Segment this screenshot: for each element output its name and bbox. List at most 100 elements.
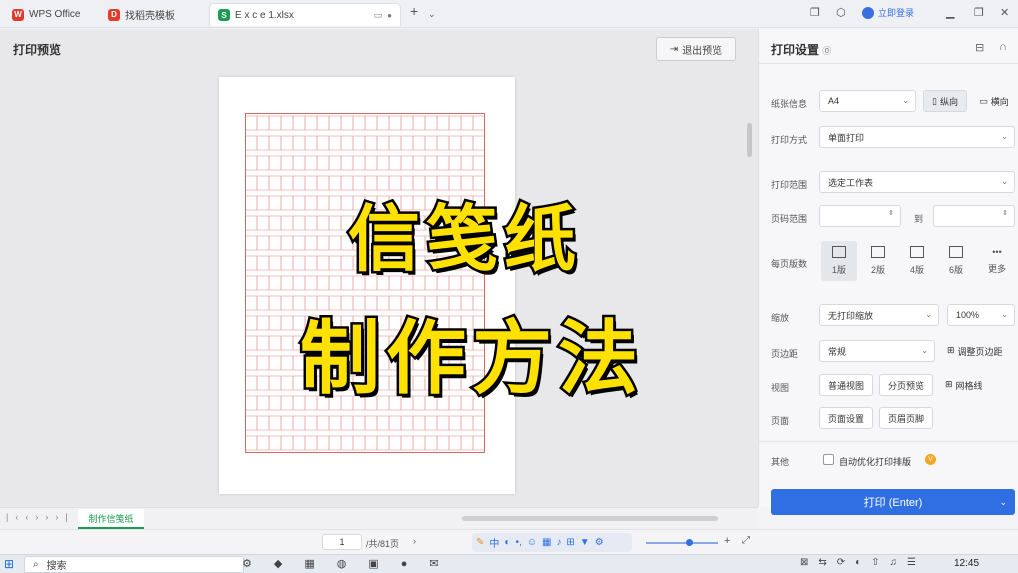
grid-cell <box>256 155 270 171</box>
panel-layout-icon[interactable]: ⊟ <box>975 41 984 54</box>
adjust-margin-button[interactable]: ⊞ 调整页边距 <box>947 345 1003 358</box>
scale-select[interactable]: 无打印缩放 ⌄ <box>819 304 939 326</box>
tab-template[interactable]: D 找稻壳模板 <box>100 3 200 26</box>
grid-cell <box>245 335 258 351</box>
close-icon[interactable]: ✕ <box>1000 6 1009 19</box>
grid-cell <box>448 355 462 371</box>
page-break-view-button[interactable]: 分页预览 <box>879 374 933 396</box>
sheet-nav-arrows[interactable]: |‹‹›››| <box>6 512 75 522</box>
sheet-tab[interactable]: 制作信笺纸 <box>78 509 144 529</box>
grid-cell <box>340 195 354 211</box>
paper-select[interactable]: A4 ⌄ <box>819 90 916 112</box>
grid-cell <box>256 175 270 191</box>
grid-cell <box>304 355 318 371</box>
next-page-icon[interactable]: › <box>413 536 416 546</box>
login-link[interactable]: 立即登录 <box>862 6 914 19</box>
pages-per-sheet-more[interactable]: ••• 更多 <box>979 241 1015 281</box>
new-tab-plus-icon[interactable]: + <box>410 3 418 19</box>
grid-cell <box>340 335 354 351</box>
page-range-to: 到 <box>914 214 924 224</box>
preview-title: 打印预览 <box>13 43 62 57</box>
grid-cell <box>364 315 378 331</box>
grid-cell <box>316 135 330 151</box>
pages-per-sheet-2[interactable]: 2版 <box>860 241 896 281</box>
page-from-input[interactable]: ⇕ <box>819 205 901 227</box>
exit-preview-button[interactable]: ⇥ 退出预览 <box>656 37 736 61</box>
grid-cell <box>268 235 282 251</box>
grid-cell <box>424 115 438 131</box>
ime-toolbar[interactable]: ✎ 中 ◐ •, ☺ ▦ ♪ ⊞ ▼ ⚙ <box>472 533 632 552</box>
vertical-scrollbar[interactable] <box>747 123 752 157</box>
normal-view-button[interactable]: 普通视图 <box>819 374 873 396</box>
grid-cell <box>448 415 462 431</box>
grid-cell <box>448 195 462 211</box>
gridlines-toggle[interactable]: ⊞ 网格线 <box>945 379 983 392</box>
login-label: 立即登录 <box>878 8 915 18</box>
horizontal-scrollbar[interactable] <box>462 516 718 521</box>
tab-wps-office[interactable]: W WPS Office <box>4 3 92 26</box>
grid-cell <box>388 375 402 391</box>
margin-value: 常规 <box>828 346 847 357</box>
grid-cell <box>436 235 450 251</box>
grid-cell <box>376 255 390 271</box>
pages-per-sheet-6[interactable]: 6版 <box>938 241 974 281</box>
tab-label: WPS Office <box>29 9 81 20</box>
minimize-icon[interactable]: ▁ <box>946 6 954 19</box>
margin-select[interactable]: 常规 ⌄ <box>819 340 935 362</box>
landscape-button[interactable]: ▭ 横向 <box>973 90 1015 112</box>
grid-cell <box>412 155 426 171</box>
pages-per-sheet-4[interactable]: 4版 <box>899 241 935 281</box>
grid-cell <box>316 295 330 311</box>
taskbar-apps[interactable]: ⚙◆▦◍▣●✉ <box>242 557 461 570</box>
grid-cell <box>436 195 450 211</box>
grid-cell <box>328 195 342 211</box>
grid-cell <box>256 315 270 331</box>
page-setup-button[interactable]: 页面设置 <box>819 407 873 429</box>
tab-excel-file[interactable]: S E x c e 1.xlsx ▭ ● <box>209 3 401 26</box>
auto-optimize-checkbox[interactable] <box>823 454 834 465</box>
restore-icon[interactable]: ❐ <box>974 6 984 19</box>
grid-cell <box>352 415 366 431</box>
zoom-slider[interactable] <box>646 542 718 544</box>
window-icon[interactable]: ❐ <box>810 6 820 19</box>
zoom-in-icon[interactable]: + <box>724 535 730 547</box>
grid-cell <box>304 135 318 151</box>
fit-page-icon[interactable]: ⤢ <box>742 535 750 546</box>
headset-icon[interactable]: ∩ <box>999 41 1007 53</box>
grid-cell <box>304 235 318 251</box>
grid-cell <box>472 155 485 171</box>
tab-list-chevron-icon[interactable]: ⌄ <box>428 9 436 20</box>
grid-cell <box>472 395 485 411</box>
zoom-slider-thumb[interactable] <box>686 539 693 546</box>
chevron-down-icon: ⌄ <box>1001 177 1008 186</box>
sheet-tab-label: 制作信笺纸 <box>88 513 134 524</box>
system-tray-icons[interactable]: ⊠⇆⟳◐⇧♫☰ <box>800 557 926 568</box>
header-footer-button[interactable]: 页眉页脚 <box>879 407 933 429</box>
chevron-down-icon[interactable]: ⌄ <box>999 497 1007 508</box>
grid-cell <box>280 415 294 431</box>
grid-cell <box>424 415 438 431</box>
cube-icon[interactable]: ⬡ <box>836 6 846 19</box>
pages-per-sheet-1[interactable]: 1版 <box>821 241 857 281</box>
print-range-select[interactable]: 选定工作表 ⌄ <box>819 171 1015 193</box>
grid-cell <box>412 355 426 371</box>
dot-icon[interactable]: ● <box>387 11 392 20</box>
print-settings-panel: 打印设置 ⓪ ⊟ ∩ 纸张信息 A4 ⌄ ▯ 纵向 ▭ 横向 打印方式 单面打印 ⌄ 打… <box>758 29 1018 515</box>
windows-start-icon[interactable]: ⊞ <box>4 557 14 571</box>
taskbar: ⊞ ⌕ 搜索 ⚙◆▦◍▣●✉ ⊠⇆⟳◐⇧♫☰ 12:45 <box>0 554 1018 573</box>
grid-cell <box>328 155 342 171</box>
grid-cell <box>424 195 438 211</box>
taskbar-search[interactable]: ⌕ 搜索 <box>24 556 244 573</box>
grid-cell <box>352 115 366 131</box>
page-number-input[interactable]: 1 <box>322 534 362 550</box>
grid-cell <box>472 355 485 371</box>
portrait-button[interactable]: ▯ 纵向 <box>923 90 967 112</box>
print-button[interactable]: 打印 (Enter) ⌄ <box>771 489 1015 515</box>
grid-cell <box>472 275 485 291</box>
monitor-icon[interactable]: ▭ <box>374 10 383 21</box>
print-mode-select[interactable]: 单面打印 ⌄ <box>819 126 1015 148</box>
grid-cell <box>376 335 390 351</box>
grid-cell <box>245 135 258 151</box>
page-to-input[interactable]: ⇕ <box>933 205 1015 227</box>
scale-percent-select[interactable]: 100% ⌄ <box>947 304 1015 326</box>
